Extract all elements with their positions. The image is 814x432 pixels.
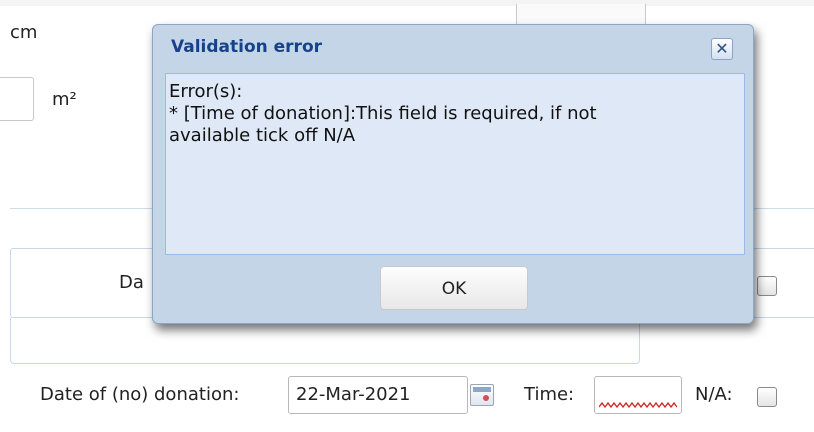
error-squiggle — [599, 401, 677, 409]
panel-na-checkbox[interactable] — [757, 276, 777, 296]
na-label: N/A: — [695, 384, 733, 405]
close-icon[interactable]: ✕ — [711, 38, 733, 60]
donation-date-input[interactable]: 22-Mar-2021 — [288, 376, 468, 414]
ok-button[interactable]: OK — [380, 266, 528, 310]
na-checkbox[interactable] — [757, 387, 777, 407]
validation-dialog: Validation error ✕ Error(s): * [Time of … — [152, 24, 754, 324]
unit-m2-label: m² — [52, 89, 77, 110]
calendar-marker — [483, 395, 489, 401]
message-line: * [Time of donation]:This field is requi… — [169, 103, 597, 124]
unit-cm-label: cm — [10, 22, 38, 43]
time-label: Time: — [524, 384, 575, 405]
calendar-header — [473, 387, 491, 392]
area-input[interactable] — [0, 77, 34, 121]
calendar-icon[interactable] — [470, 384, 494, 406]
top-strip — [0, 0, 814, 6]
message-line: Error(s): — [169, 81, 243, 102]
form-field-strip — [10, 318, 640, 364]
panel-label: Da — [119, 272, 144, 293]
time-input[interactable] — [594, 376, 682, 414]
dialog-message: Error(s): * [Time of donation]:This fiel… — [165, 73, 745, 255]
donation-date-label: Date of (no) donation: — [40, 384, 240, 405]
message-line: available tick off N/A — [169, 125, 356, 146]
dialog-title: Validation error — [171, 37, 323, 57]
